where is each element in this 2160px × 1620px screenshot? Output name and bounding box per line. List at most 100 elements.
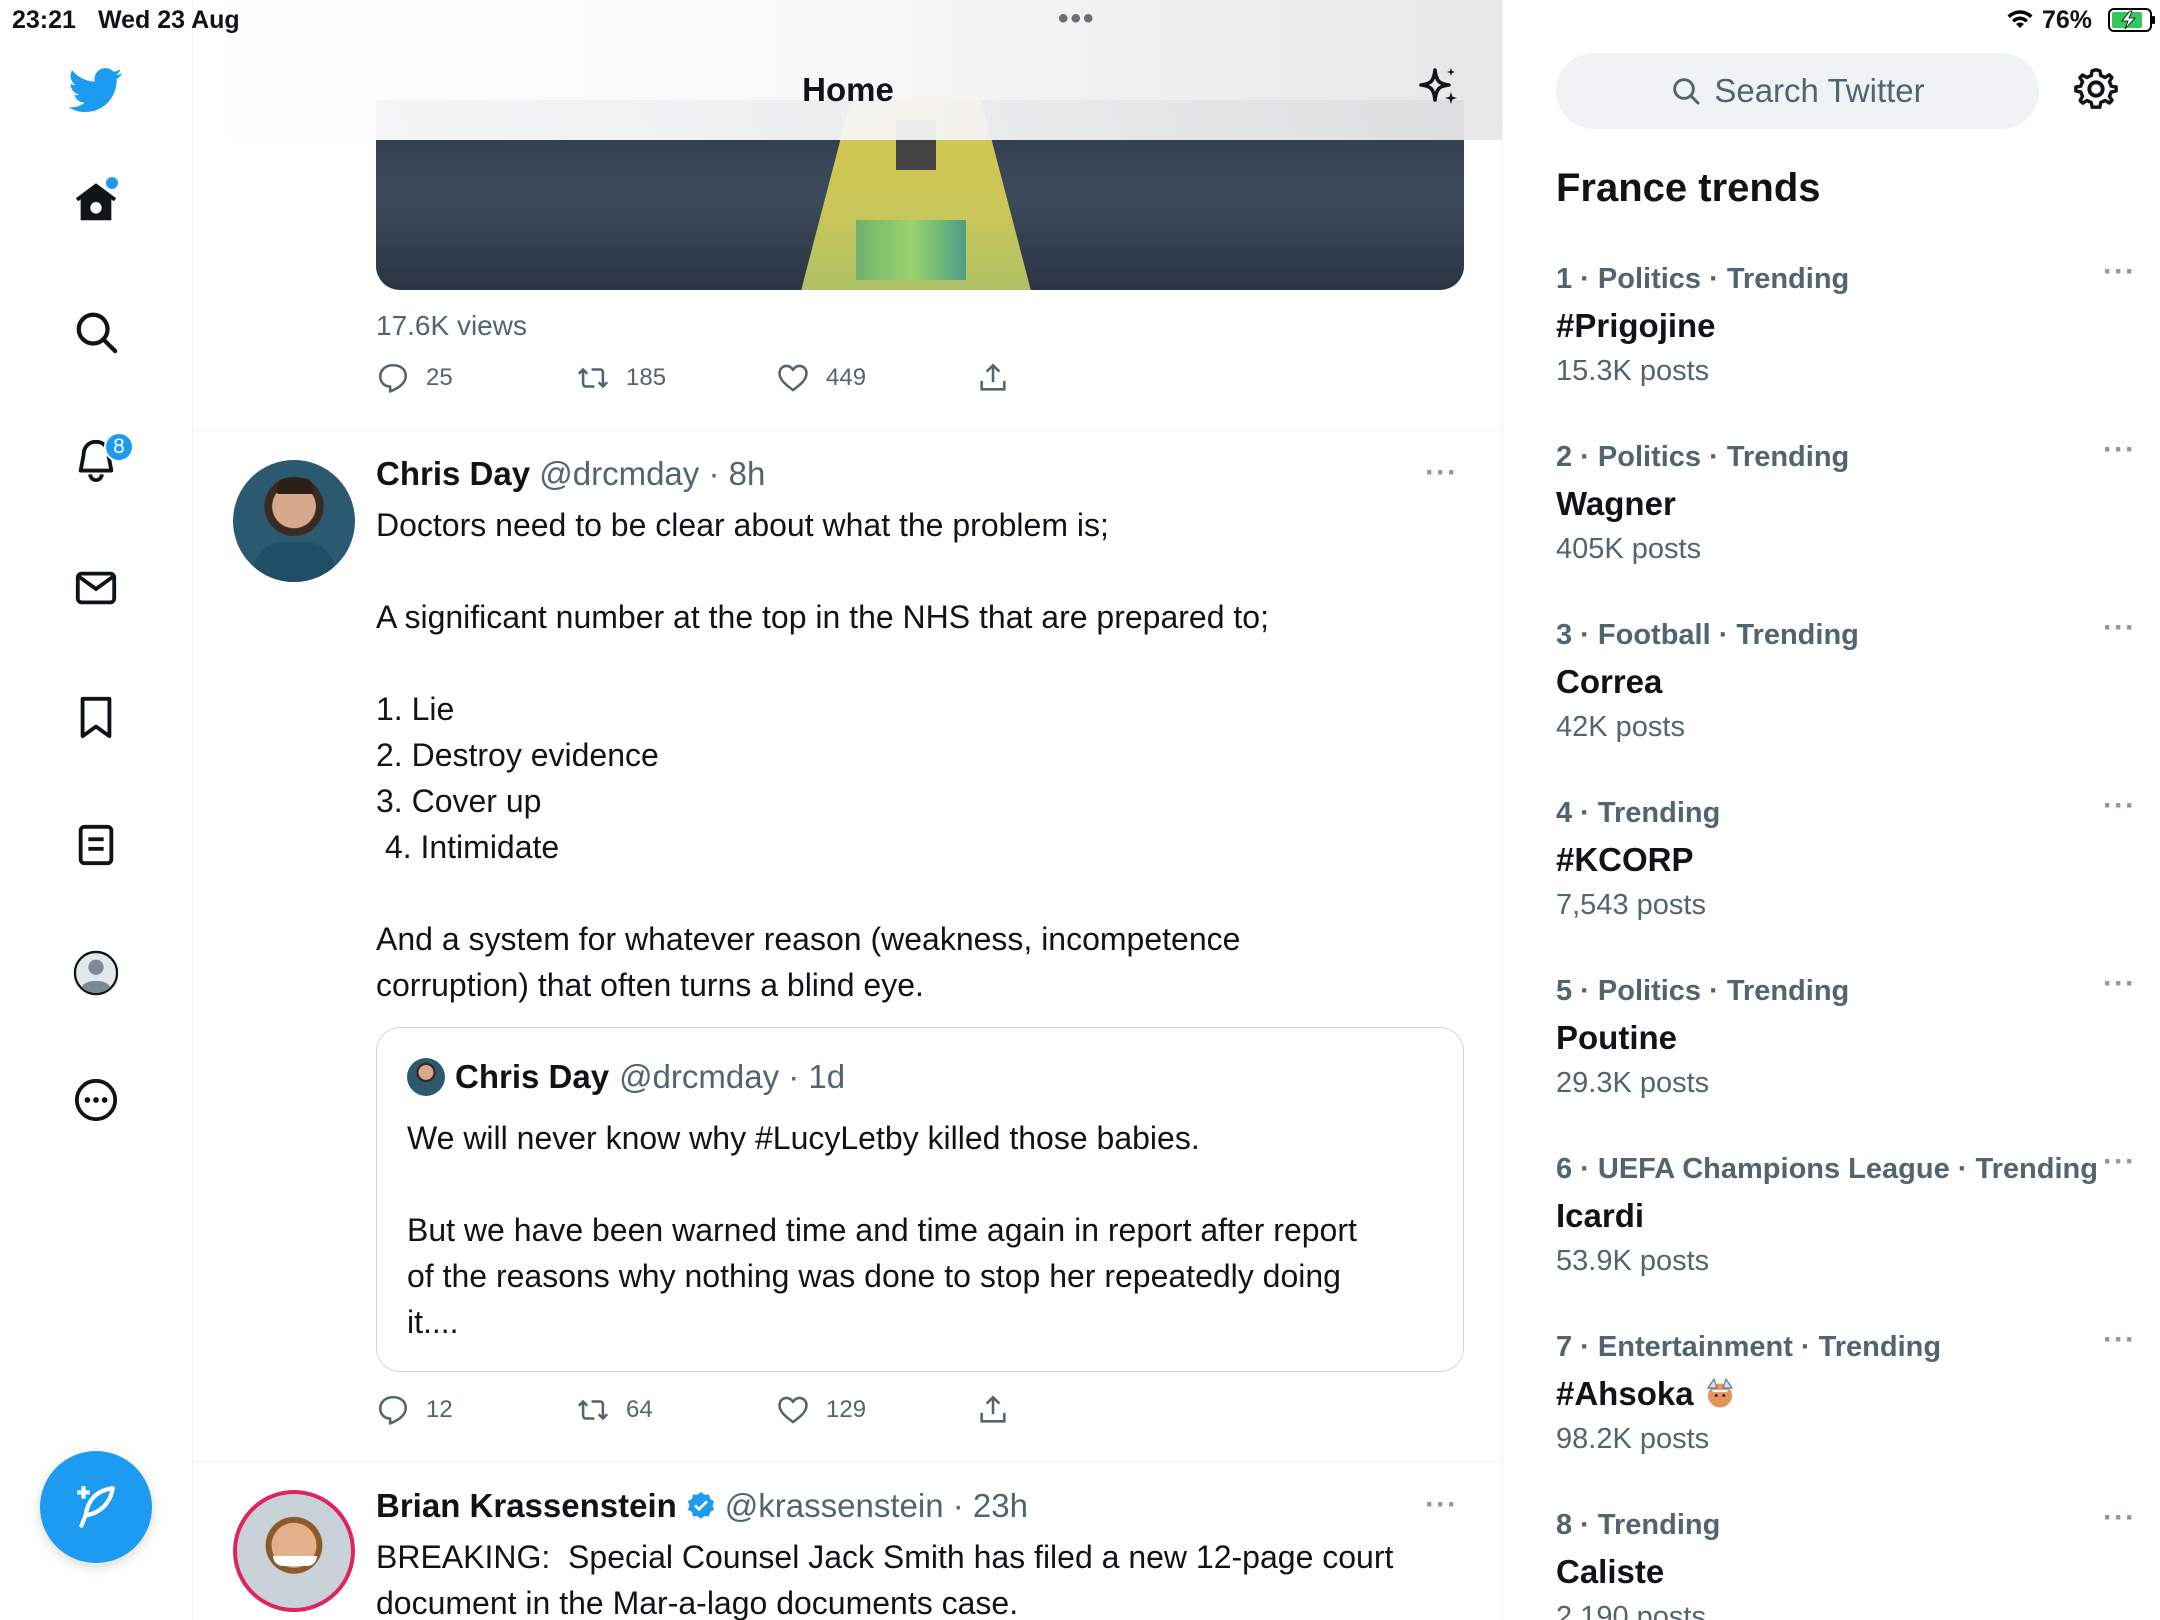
trend-count: 98.2K posts — [1556, 1423, 1710, 1455]
mail-icon — [75, 571, 117, 605]
author-handle-time[interactable]: @drcmday · 8h — [539, 455, 765, 492]
retweet-count: 64 — [626, 1396, 653, 1423]
page-title: Home — [802, 71, 894, 108]
author-name[interactable]: Chris Day — [376, 455, 530, 492]
quoted-tweet[interactable]: Chris Day @drcmday · 1d We will never kn… — [376, 1027, 1464, 1372]
trend-more-button[interactable]: ··· — [2103, 967, 2136, 1001]
nav-bookmarks[interactable] — [56, 677, 136, 757]
tweet-divider — [193, 430, 1502, 431]
tweet-divider — [193, 1461, 1502, 1462]
search-input[interactable]: Search Twitter — [1556, 53, 2039, 129]
trend-item[interactable]: 8 · Trending Caliste 2,190 posts ··· — [1556, 1501, 2136, 1620]
trend-name: Wagner — [1556, 485, 1676, 522]
quoted-author-handle-time: @drcmday · 1d — [619, 1058, 846, 1095]
trend-meta: 1 · Politics · Trending — [1556, 263, 1850, 295]
reply-button[interactable]: 25 — [376, 361, 453, 395]
quoted-author-name: Chris Day — [455, 1058, 610, 1095]
status-time: 23:21 — [12, 6, 76, 34]
compose-feather-icon — [77, 1486, 115, 1528]
avatar-detail — [273, 1556, 317, 1566]
left-nav: 8 — [0, 0, 193, 1620]
retweet-icon — [577, 1399, 609, 1421]
quoted-tweet-text: We will never know why #LucyLetby killed… — [407, 1120, 1357, 1340]
trend-item[interactable]: 5 · Politics · Trending Poutine 29.3K po… — [1556, 967, 2136, 1135]
multitasking-dots-icon[interactable]: ••• — [1058, 4, 1096, 34]
trend-item[interactable]: 4 · Trending #KCORP 7,543 posts ··· — [1556, 789, 2136, 957]
wifi-icon — [2007, 10, 2033, 28]
trend-item[interactable]: 3 · Football · Trending Correa 42K posts… — [1556, 611, 2136, 779]
trend-more-button[interactable]: ··· — [2103, 433, 2136, 467]
nav-profile[interactable] — [56, 933, 136, 1013]
tweet-more-button[interactable]: ··· — [1425, 456, 1458, 490]
author-avatar[interactable] — [233, 1490, 355, 1612]
share-button[interactable] — [976, 1393, 1010, 1427]
trend-more-button[interactable]: ··· — [2103, 1501, 2136, 1535]
trend-more-button[interactable]: ··· — [2103, 789, 2136, 823]
trend-meta: 8 · Trending — [1556, 1509, 1721, 1541]
nav-explore[interactable] — [56, 292, 136, 372]
settings-gear-icon[interactable] — [2073, 66, 2119, 112]
heart-icon — [778, 1396, 808, 1424]
profile-avatar-icon — [73, 950, 119, 996]
trend-meta: 3 · Football · Trending — [1556, 619, 1859, 651]
like-button[interactable]: 129 — [776, 1393, 866, 1427]
share-button[interactable] — [976, 361, 1010, 395]
reply-count: 12 — [426, 1396, 453, 1423]
trend-item[interactable]: 6 · UEFA Champions League · Trending Ica… — [1556, 1145, 2136, 1313]
tweet-header: Chris Day @drcmday · 8h — [376, 455, 765, 493]
reply-icon — [378, 1395, 408, 1425]
compose-tweet-button[interactable] — [40, 1451, 152, 1563]
author-name[interactable]: Brian Krassenstein — [376, 1487, 677, 1525]
nav-notifications[interactable]: 8 — [56, 420, 136, 500]
nav-messages[interactable] — [56, 548, 136, 628]
author-handle-time[interactable]: @krassenstein · 23h — [725, 1487, 1028, 1525]
trend-item[interactable]: 7 · Entertainment · Trending #Ahsoka 98.… — [1556, 1323, 2136, 1491]
avatar-detail — [253, 542, 335, 582]
like-count: 449 — [826, 364, 867, 391]
tweet-views: 17.6K views — [376, 310, 527, 341]
nav-lists[interactable] — [56, 805, 136, 885]
trend-name: Poutine — [1556, 1019, 1677, 1056]
search-placeholder: Search Twitter — [1714, 72, 1925, 109]
tweet-text: Doctors need to be clear about what the … — [376, 507, 1269, 1003]
trend-name: #Prigojine — [1556, 307, 1716, 344]
trend-meta: 5 · Politics · Trending — [1556, 975, 1850, 1007]
trend-meta: 7 · Entertainment · Trending — [1556, 1331, 1942, 1363]
right-sidebar: Search Twitter France trends 1 · Politic… — [1503, 0, 2160, 1620]
trend-more-button[interactable]: ··· — [2103, 611, 2136, 645]
nav-more[interactable] — [56, 1060, 136, 1140]
author-avatar[interactable] — [233, 460, 355, 582]
retweet-button[interactable]: 64 — [576, 1393, 653, 1427]
trend-more-button[interactable]: ··· — [2103, 1145, 2136, 1179]
trend-more-button[interactable]: ··· — [2103, 255, 2136, 289]
trend-meta: 4 · Trending — [1556, 797, 1721, 829]
sparkle-timeline-toggle-icon[interactable] — [1415, 64, 1463, 112]
retweet-count: 185 — [626, 364, 667, 391]
battery-charging-icon — [2108, 8, 2155, 32]
trend-item[interactable]: 2 · Politics · Trending Wagner 405K post… — [1556, 433, 2136, 601]
nav-home[interactable] — [56, 163, 136, 243]
trend-count: 53.9K posts — [1556, 1245, 1710, 1277]
share-icon — [980, 1395, 1006, 1423]
list-icon — [78, 824, 114, 866]
home-unread-dot — [106, 177, 118, 189]
notifications-badge: 8 — [104, 432, 134, 462]
search-icon — [76, 312, 118, 354]
reply-icon — [378, 363, 408, 393]
share-icon — [980, 363, 1006, 391]
like-button[interactable]: 449 — [776, 361, 866, 395]
trend-item[interactable]: 1 · Politics · Trending #Prigojine 15.3K… — [1556, 255, 2136, 423]
trend-more-button[interactable]: ··· — [2103, 1323, 2136, 1357]
like-count: 129 — [826, 1396, 867, 1423]
more-circle-icon — [74, 1078, 118, 1122]
tweet-more-button[interactable]: ··· — [1425, 1488, 1458, 1522]
trend-name: #KCORP — [1556, 841, 1694, 878]
trend-meta: 6 · UEFA Champions League · Trending — [1556, 1153, 2098, 1185]
twitter-logo-icon[interactable] — [56, 50, 136, 130]
trend-count: 42K posts — [1556, 711, 1685, 743]
video-frame-detail — [856, 220, 966, 280]
avatar-detail — [277, 478, 313, 494]
trend-name-row: #Ahsoka — [1556, 1375, 1738, 1413]
reply-button[interactable]: 12 — [376, 1393, 453, 1427]
retweet-button[interactable]: 185 — [576, 361, 666, 395]
